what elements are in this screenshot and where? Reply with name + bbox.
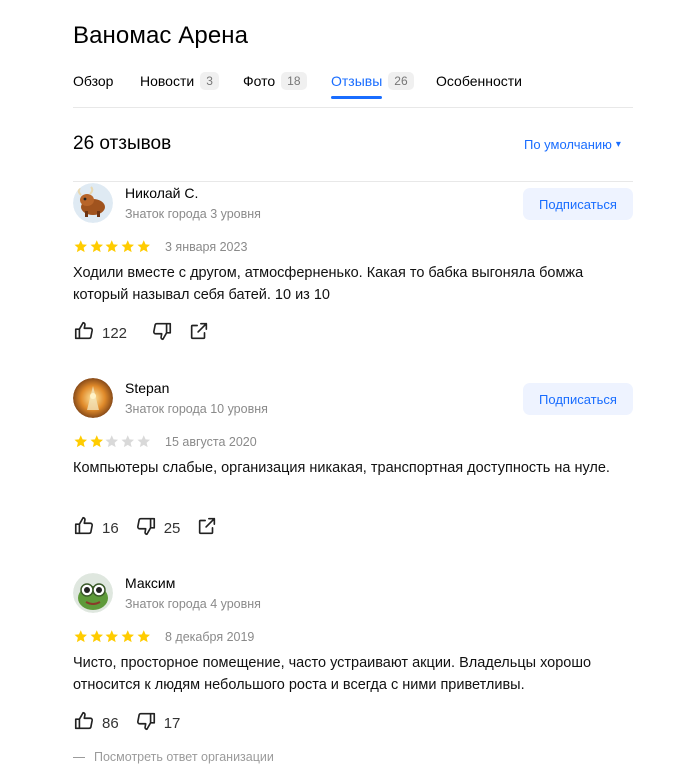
dislike-button[interactable]: 17	[135, 710, 181, 737]
review-actions: 86 17	[73, 711, 196, 735]
review-card: Stepan Знаток города 10 уровня Подписать…	[73, 378, 635, 558]
dislike-button[interactable]: 25	[135, 515, 181, 542]
star-filled-icon	[121, 240, 135, 253]
tab-features[interactable]: Особенности	[436, 70, 522, 92]
like-count: 16	[102, 519, 119, 537]
tab-label: Обзор	[73, 73, 114, 89]
review-card: Николай С. Знаток города 3 уровня Подпис…	[73, 183, 635, 363]
subscribe-button[interactable]: Подписаться	[523, 188, 633, 220]
page-title: Ваномас Арена	[73, 22, 249, 49]
tab-news[interactable]: Новости 3	[140, 70, 243, 92]
author-level: Знаток города 3 уровня	[125, 207, 261, 221]
review-date: 15 августа 2020	[165, 435, 257, 449]
tab-count-badge: 18	[281, 72, 307, 90]
dislike-count: 17	[163, 714, 181, 732]
share-icon	[196, 515, 218, 542]
star-filled-icon	[137, 630, 150, 643]
thumbs-up-icon	[73, 320, 95, 347]
star-filled-icon	[74, 630, 87, 643]
review-author[interactable]: Stepan	[125, 380, 169, 396]
thumbs-up-icon	[73, 710, 95, 737]
star-empty-icon	[105, 435, 119, 448]
tab-photo[interactable]: Фото 18	[243, 70, 331, 92]
star-filled-icon	[90, 435, 103, 448]
sort-dropdown[interactable]: По умолчанию ▾	[524, 137, 621, 152]
avatar[interactable]	[73, 573, 113, 613]
tab-overview[interactable]: Обзор	[73, 70, 140, 92]
thumbs-down-icon	[135, 515, 157, 542]
author-level: Знаток города 4 уровня	[125, 597, 261, 611]
review-actions: 16 25	[73, 516, 234, 540]
review-date: 8 декабря 2019	[165, 630, 255, 644]
dislike-button[interactable]	[151, 320, 180, 347]
org-answer-label: Посмотреть ответ организации	[94, 750, 274, 764]
chevron-down-icon: ▾	[615, 139, 621, 150]
tab-reviews[interactable]: Отзывы 26	[331, 70, 436, 99]
tab-bar: Обзор Новости 3 Фото 18 Отзывы 26 Особен…	[73, 70, 522, 100]
like-button[interactable]: 122	[73, 320, 127, 347]
author-level: Знаток города 10 уровня	[125, 402, 268, 416]
tab-label: Новости	[140, 73, 195, 89]
share-icon	[188, 320, 210, 347]
thumbs-up-icon	[73, 515, 95, 542]
star-filled-icon	[105, 240, 119, 253]
like-count: 86	[102, 714, 119, 732]
share-button[interactable]	[188, 320, 210, 347]
review-author[interactable]: Максим	[125, 575, 175, 591]
tab-count-badge: 3	[200, 72, 219, 90]
tab-label: Особенности	[436, 73, 522, 89]
star-empty-icon	[121, 435, 135, 448]
star-filled-icon	[121, 630, 135, 643]
share-button[interactable]	[196, 515, 218, 542]
review-actions: 122	[73, 321, 226, 345]
view-org-answer-link[interactable]: Посмотреть ответ организации	[73, 750, 274, 764]
tab-label: Отзывы	[331, 73, 383, 89]
review-card: Максим Знаток города 4 уровня 8 декабря …	[73, 573, 635, 743]
tab-label: Фото	[243, 73, 276, 89]
star-filled-icon	[74, 240, 87, 253]
tab-count-badge: 26	[388, 72, 414, 90]
thumbs-down-icon	[135, 710, 157, 737]
dash-icon	[73, 756, 85, 758]
avatar[interactable]	[73, 378, 113, 418]
star-filled-icon	[90, 240, 103, 253]
subscribe-button[interactable]: Подписаться	[523, 383, 633, 415]
thumbs-down-icon	[151, 320, 173, 347]
review-date: 3 января 2023	[165, 240, 248, 254]
rating-stars	[73, 239, 151, 254]
sort-label: По умолчанию	[524, 137, 612, 152]
star-empty-icon	[137, 435, 150, 448]
avatar[interactable]	[73, 183, 113, 223]
like-count: 122	[102, 324, 128, 342]
star-filled-icon	[105, 630, 119, 643]
tab-divider	[73, 107, 633, 108]
review-text: Чисто, просторное помещение, часто устра…	[73, 655, 592, 693]
review-author[interactable]: Николай С.	[125, 185, 198, 201]
review-text: Компьютеры слабые, организация никакая, …	[73, 460, 610, 476]
star-filled-icon	[74, 435, 87, 448]
rating-stars	[73, 434, 151, 449]
like-button[interactable]: 16	[73, 515, 119, 542]
star-filled-icon	[137, 240, 150, 253]
dislike-count: 25	[163, 519, 181, 537]
review-text: Ходили вместе с другом, атмосферненько. …	[73, 265, 584, 303]
like-button[interactable]: 86	[73, 710, 119, 737]
star-filled-icon	[90, 630, 103, 643]
reviews-count: 26 отзывов	[73, 133, 172, 154]
list-divider	[73, 181, 633, 182]
rating-stars	[73, 629, 151, 644]
